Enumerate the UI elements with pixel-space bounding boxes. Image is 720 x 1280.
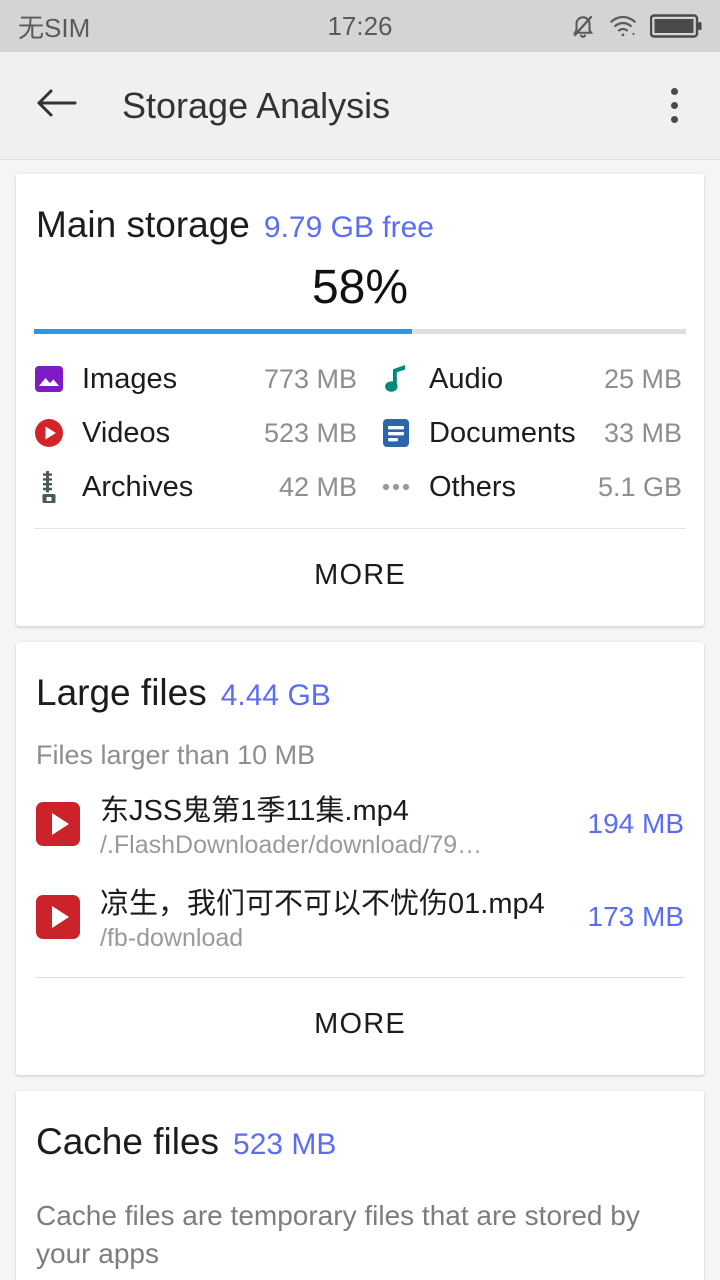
- main-storage-percent: 58%: [311, 261, 409, 314]
- battery-icon: [650, 13, 702, 39]
- cache-files-total: 523 MB: [233, 1128, 337, 1161]
- category-size: 33 MB: [603, 417, 682, 448]
- category-label: Documents: [429, 416, 576, 449]
- page-title: Storage Analysis: [122, 84, 391, 126]
- overflow-menu-icon: [670, 88, 678, 95]
- category-size: 5.1 GB: [597, 471, 682, 502]
- status-icons: [570, 12, 702, 40]
- category-size: 523 MB: [263, 417, 357, 448]
- large-file-row[interactable]: 东JSS鬼第1季11集.mp4 /.FlashDownloader/downlo…: [16, 777, 704, 870]
- large-files-card: Large files 4.44 GB Files larger than 10…: [16, 642, 704, 1075]
- silent-bell-icon: [570, 12, 596, 40]
- storage-progress-track: [34, 329, 686, 334]
- main-storage-card: Main storage 9.79 GB free 58% Images 773…: [16, 174, 704, 626]
- video-play-icon: [34, 418, 64, 448]
- back-arrow-icon: [34, 86, 78, 125]
- category-images[interactable]: Images 773 MB: [34, 352, 359, 406]
- storage-category-grid: Images 773 MB Audio 25 MB Videos 523 MB …: [16, 334, 704, 522]
- file-meta: 凉生，我们可不可以不忧伤01.mp4 /fb-download: [100, 880, 572, 953]
- large-files-more-button[interactable]: MORE: [16, 978, 704, 1075]
- audio-note-icon: [381, 364, 411, 394]
- category-size: 25 MB: [603, 363, 682, 394]
- category-archives[interactable]: Archives 42 MB: [34, 460, 359, 514]
- category-label: Images: [82, 362, 178, 395]
- category-audio[interactable]: Audio 25 MB: [359, 352, 684, 406]
- file-size: 194 MB: [587, 807, 685, 839]
- category-size: 773 MB: [263, 363, 357, 394]
- app-bar: Storage Analysis: [0, 52, 720, 160]
- document-icon: [381, 418, 411, 448]
- large-file-row[interactable]: 凉生，我们可不可以不忧伤01.mp4 /fb-download 173 MB: [16, 870, 704, 963]
- wifi-icon: [608, 13, 638, 39]
- storage-progress-fill: [34, 329, 413, 334]
- scroll-content[interactable]: Main storage 9.79 GB free 58% Images 773…: [0, 160, 720, 1280]
- file-name: 凉生，我们可不可以不忧伤01.mp4: [100, 888, 545, 920]
- main-storage-title: Main storage: [36, 204, 250, 245]
- back-button[interactable]: [30, 80, 82, 132]
- file-size: 173 MB: [587, 900, 685, 932]
- category-documents[interactable]: Documents 33 MB: [359, 406, 684, 460]
- cache-files-description: Cache files are temporary files that are…: [36, 1200, 640, 1269]
- file-meta: 东JSS鬼第1季11集.mp4 /.FlashDownloader/downlo…: [100, 787, 572, 860]
- video-file-icon: [36, 894, 80, 939]
- overflow-menu-icon-dot2: [670, 102, 678, 109]
- category-label: Others: [429, 470, 517, 503]
- large-files-total: 4.44 GB: [220, 679, 331, 712]
- file-path: /.FlashDownloader/download/79…: [100, 831, 483, 859]
- category-label: Audio: [429, 362, 504, 395]
- overflow-menu-icon-dot3: [670, 116, 678, 123]
- file-name: 东JSS鬼第1季11集.mp4: [100, 795, 409, 827]
- cache-files-card: Cache files 523 MB Cache files are tempo…: [16, 1091, 704, 1280]
- large-files-note: Files larger than 10 MB: [36, 740, 316, 770]
- overflow-menu-button[interactable]: [650, 78, 698, 134]
- status-bar: 无SIM 17:26: [0, 0, 720, 52]
- large-files-title: Large files: [36, 672, 207, 713]
- archive-zip-icon: [34, 471, 64, 503]
- main-storage-header: Main storage 9.79 GB free: [16, 174, 704, 246]
- category-label: Videos: [82, 416, 171, 449]
- file-path: /fb-download: [100, 924, 244, 952]
- cache-files-header: Cache files 523 MB: [16, 1091, 704, 1163]
- main-storage-more-button[interactable]: MORE: [16, 529, 704, 626]
- ellipsis-icon: [381, 472, 411, 502]
- large-files-header: Large files 4.44 GB: [16, 642, 704, 714]
- category-others[interactable]: Others 5.1 GB: [359, 460, 684, 514]
- main-storage-free: 9.79 GB free: [263, 211, 434, 244]
- category-size: 42 MB: [278, 471, 357, 502]
- category-videos[interactable]: Videos 523 MB: [34, 406, 359, 460]
- category-label: Archives: [82, 470, 194, 503]
- cache-files-title: Cache files: [36, 1121, 220, 1162]
- image-icon: [34, 364, 64, 394]
- video-file-icon: [36, 801, 80, 846]
